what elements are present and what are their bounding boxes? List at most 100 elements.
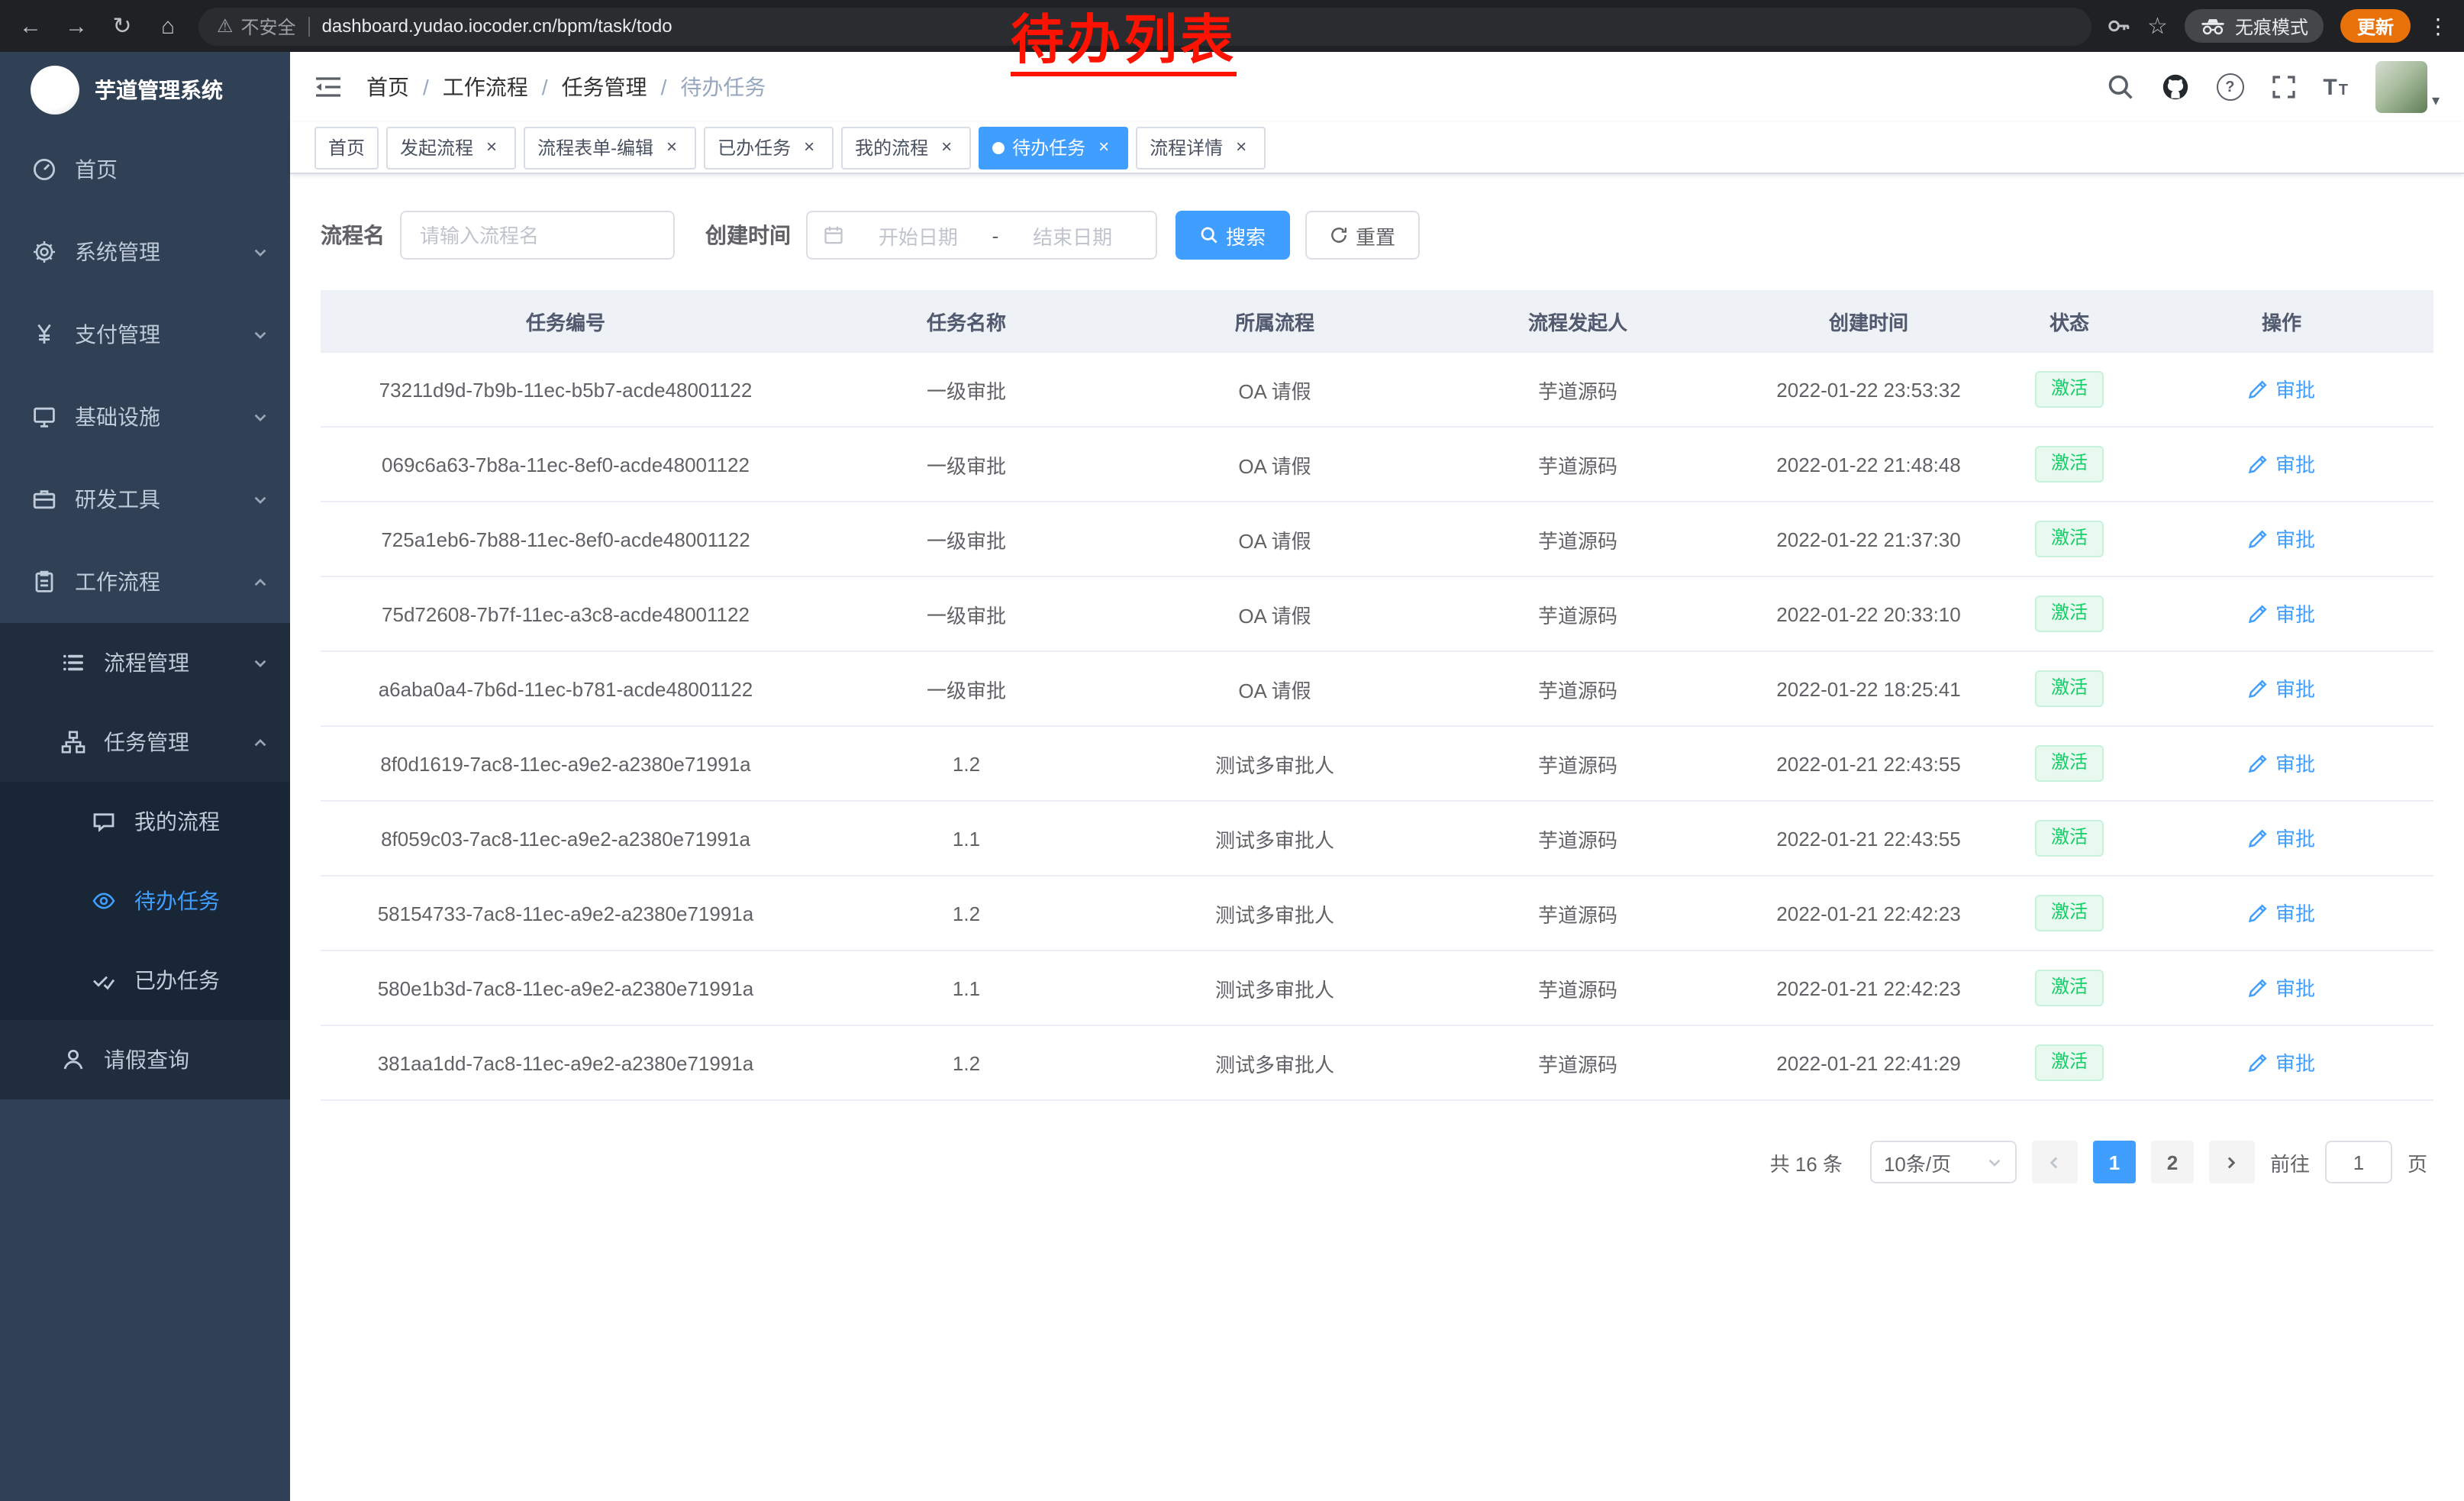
sidebar-item-payment[interactable]: 支付管理 [0, 293, 290, 376]
close-icon[interactable]: × [481, 137, 502, 158]
approve-link[interactable]: 审批 [2248, 525, 2315, 554]
browser-update-button[interactable]: 更新 [2340, 9, 2411, 43]
tab-process-detail[interactable]: 流程详情 × [1136, 126, 1266, 169]
sidebar-item-system[interactable]: 系统管理 [0, 211, 290, 293]
sidebar-item-infrastructure[interactable]: 基础设施 [0, 376, 290, 458]
date-range-picker[interactable]: 开始日期 - 结束日期 [806, 211, 1157, 260]
security-warning[interactable]: ⚠ 不安全 [217, 13, 296, 39]
browser-back-icon[interactable]: ← [15, 13, 46, 39]
sidebar-item-todo-task[interactable]: 待办任务 [0, 861, 290, 941]
sidebar-item-leave-query[interactable]: 请假查询 [0, 1020, 290, 1099]
goto-page-input[interactable] [2325, 1141, 2392, 1183]
breadcrumb-current: 待办任务 [680, 72, 766, 102]
breadcrumb-task-mgmt[interactable]: 任务管理 [562, 72, 647, 102]
page-size-select[interactable]: 10条/页 [1870, 1141, 2017, 1183]
edit-icon [2248, 678, 2269, 699]
edit-icon [2248, 977, 2269, 999]
close-icon[interactable]: × [798, 137, 820, 158]
cell-action: 审批 [2130, 876, 2433, 951]
start-date-placeholder: 开始日期 [850, 221, 986, 250]
create-time-label: 创建时间 [705, 220, 791, 250]
menu-fold-icon[interactable] [314, 73, 342, 101]
status-badge: 激活 [2036, 521, 2103, 557]
close-icon[interactable]: × [1230, 137, 1252, 158]
approve-link[interactable]: 审批 [2248, 375, 2315, 404]
sidebar-item-my-process[interactable]: 我的流程 [0, 782, 290, 861]
table-row: 58154733-7ac8-11ec-a9e2-a2380e71991a 1.2… [321, 876, 2433, 951]
approve-link[interactable]: 审批 [2248, 749, 2315, 778]
approve-link[interactable]: 审批 [2248, 450, 2315, 479]
browser-menu-icon[interactable]: ⋮ [2427, 13, 2449, 39]
tab-form-edit[interactable]: 流程表单-编辑 × [524, 126, 696, 169]
sidebar-item-process-mgmt[interactable]: 流程管理 [0, 623, 290, 702]
cell-task-name: 一级审批 [811, 576, 1122, 651]
cell-task-name: 1.1 [811, 801, 1122, 876]
chevron-down-icon [252, 654, 269, 671]
page-2-button[interactable]: 2 [2151, 1141, 2194, 1183]
sidebar-item-devtools[interactable]: 研发工具 [0, 458, 290, 541]
github-icon[interactable] [2161, 73, 2188, 101]
date-separator: - [992, 224, 999, 247]
tab-start-process[interactable]: 发起流程 × [386, 126, 516, 169]
bookmark-star-icon[interactable]: ☆ [2147, 12, 2168, 40]
approve-link[interactable]: 审批 [2248, 973, 2315, 1002]
status-badge: 激活 [2036, 670, 2103, 706]
tab-todo-task[interactable]: 待办任务 × [979, 126, 1128, 169]
tab-my-process[interactable]: 我的流程 × [841, 126, 971, 169]
sidebar-item-label: 待办任务 [134, 886, 220, 916]
col-starter: 流程发起人 [1427, 290, 1728, 352]
cell-process: OA 请假 [1122, 352, 1427, 427]
close-icon[interactable]: × [661, 137, 682, 158]
search-icon[interactable] [2106, 73, 2133, 101]
approve-link[interactable]: 审批 [2248, 899, 2315, 928]
process-name-input[interactable] [400, 211, 675, 260]
approve-link[interactable]: 审批 [2248, 599, 2315, 628]
help-icon[interactable]: ? [2216, 73, 2243, 101]
monitor-icon [32, 405, 56, 429]
search-button[interactable]: 搜索 [1176, 211, 1290, 260]
user-menu[interactable]: ▾ [2375, 61, 2440, 113]
cell-task-name: 1.2 [811, 726, 1122, 801]
table-row: 8f059c03-7ac8-11ec-a9e2-a2380e71991a 1.1… [321, 801, 2433, 876]
avatar [2375, 61, 2427, 113]
password-key-icon[interactable] [2106, 14, 2130, 38]
breadcrumb-workflow[interactable]: 工作流程 [443, 72, 528, 102]
status-badge: 激活 [2036, 895, 2103, 931]
sidebar-item-task-mgmt[interactable]: 任务管理 [0, 702, 290, 782]
sidebar-item-done-task[interactable]: 已办任务 [0, 941, 290, 1020]
next-page-button[interactable] [2209, 1141, 2255, 1183]
cell-task-name: 1.2 [811, 876, 1122, 951]
tab-done-task[interactable]: 已办任务 × [704, 126, 834, 169]
chevron-down-icon [252, 408, 269, 425]
approve-link[interactable]: 审批 [2248, 824, 2315, 853]
font-size-icon[interactable]: TT [2323, 76, 2348, 98]
approve-link[interactable]: 审批 [2248, 674, 2315, 703]
close-icon[interactable]: × [1093, 137, 1114, 158]
table-row: 73211d9d-7b9b-11ec-b5b7-acde48001122 一级审… [321, 352, 2433, 427]
breadcrumb-home[interactable]: 首页 [366, 72, 409, 102]
sidebar-item-workflow[interactable]: 工作流程 [0, 541, 290, 623]
active-dot [992, 141, 1005, 153]
browser-home-icon[interactable]: ⌂ [153, 13, 183, 39]
page-content: 流程名 创建时间 开始日期 - 结束日期 [290, 174, 2464, 1183]
cell-starter: 芋道源码 [1427, 427, 1728, 502]
cell-create-time: 2022-01-22 21:48:48 [1728, 427, 2009, 502]
sidebar-item-label: 任务管理 [104, 727, 189, 757]
chevron-down-icon [1986, 1154, 2003, 1170]
edit-icon [2248, 902, 2269, 924]
browser-forward-icon[interactable]: → [61, 13, 92, 39]
fullscreen-icon[interactable] [2271, 75, 2295, 99]
sidebar-item-home[interactable]: 首页 [0, 128, 290, 211]
sidebar-item-label: 基础设施 [75, 402, 160, 432]
close-icon[interactable]: × [936, 137, 957, 158]
reset-button[interactable]: 重置 [1305, 211, 1420, 260]
browser-reload-icon[interactable]: ↻ [107, 12, 137, 40]
approve-link[interactable]: 审批 [2248, 1048, 2315, 1077]
cell-create-time: 2022-01-21 22:41:29 [1728, 1025, 2009, 1100]
cell-action: 审批 [2130, 1025, 2433, 1100]
address-bar[interactable]: ⚠ 不安全 dashboard.yudao.iocoder.cn/bpm/tas… [198, 7, 2091, 45]
page-1-button[interactable]: 1 [2093, 1141, 2136, 1183]
briefcase-icon [32, 487, 56, 512]
prev-page-button[interactable] [2032, 1141, 2078, 1183]
tab-home[interactable]: 首页 [314, 126, 379, 169]
